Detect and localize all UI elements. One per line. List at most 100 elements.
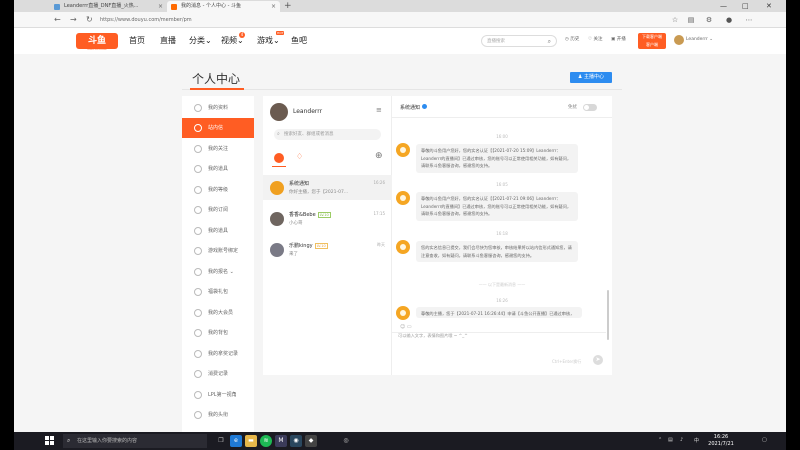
anchor-center-button[interactable]: ♟ 主播中心: [570, 72, 612, 83]
contact-name-text: 乐鹏kingy: [289, 243, 313, 249]
close-tab-icon[interactable]: ×: [158, 1, 163, 12]
forward-icon[interactable]: →: [70, 14, 77, 26]
file-explorer-icon[interactable]: ▬: [245, 435, 257, 447]
nav-yuba[interactable]: 鱼吧: [291, 35, 307, 46]
settings-more-icon[interactable]: ⋯: [744, 15, 754, 25]
chat-scrollbar[interactable]: [607, 290, 609, 340]
app-icon[interactable]: M: [275, 435, 287, 447]
video-badge: 4: [239, 32, 245, 38]
profile-icon[interactable]: ●: [724, 15, 734, 25]
profile-icon: [194, 104, 202, 112]
close-tab-icon[interactable]: ×: [271, 1, 276, 12]
back-icon[interactable]: ←: [54, 14, 61, 26]
sidebar-item-label: 我的资料: [208, 105, 229, 111]
send-icon[interactable]: ➤: [593, 355, 603, 365]
sidebar-item-label: 游戏账号绑定: [208, 248, 239, 254]
maximize-button[interactable]: □: [742, 0, 749, 12]
sidebar-item-signup[interactable]: 我的报名 ⌄: [182, 262, 254, 282]
chat-search-input[interactable]: ⌕ 搜索好友、群组或者消息: [274, 129, 381, 140]
history-button[interactable]: ◷ 历史: [565, 36, 579, 42]
sidebar-item-spending[interactable]: 消费记录: [182, 364, 254, 384]
camera-icon: ▣: [611, 37, 616, 42]
mute-toggle[interactable]: [583, 104, 597, 111]
header-username[interactable]: Leanderrr ⌄: [686, 37, 713, 42]
contact-item[interactable]: 乐鹏kingy LV.10 来了 昨天: [263, 237, 392, 262]
sidebar-item-vip[interactable]: 我的大会员: [182, 303, 254, 323]
browser-tab[interactable]: Leanderrr直播_DNF直播_火热... ×: [50, 1, 167, 12]
contact-time: 16:26: [373, 180, 385, 185]
tab-notify-bell-icon[interactable]: ♢: [296, 152, 303, 161]
close-window-button[interactable]: ✕: [766, 0, 772, 12]
message-input[interactable]: 可以输入文字，表情和图片哦 ~ ^_^: [398, 333, 468, 339]
sidebar-item-lpl[interactable]: LPL第一视角: [182, 385, 254, 405]
obs-icon[interactable]: ◎: [340, 435, 352, 447]
nav-games[interactable]: 游戏⌄: [257, 35, 280, 46]
my-avatar[interactable]: [270, 103, 288, 121]
edge-icon[interactable]: e: [230, 435, 242, 447]
contact-item[interactable]: 香香&Bebe LV.10 小心哥 17:15: [263, 206, 392, 231]
sidebar-item-titles[interactable]: 我的头衔: [182, 405, 254, 425]
sidebar-item-subscribe[interactable]: 我的订阅: [182, 200, 254, 220]
extensions-icon[interactable]: ⚙: [704, 15, 714, 25]
site-search-input[interactable]: 直播搜索 ⌕: [481, 35, 557, 47]
sidebar-item-messages[interactable]: 站内信: [182, 118, 254, 138]
search-icon[interactable]: ⌕: [548, 36, 551, 47]
add-chat-icon[interactable]: ⊕: [375, 151, 383, 161]
nav-category[interactable]: 分类⌄: [189, 35, 212, 46]
sidebar-item-level[interactable]: 我的等级: [182, 180, 254, 200]
notification-icon[interactable]: ▢: [762, 437, 767, 443]
sidebar-item-profile[interactable]: 我的资料: [182, 98, 254, 118]
sidebar-item-items[interactable]: 我的道具: [182, 221, 254, 241]
download-client-button[interactable]: 下载客户端 客户端: [638, 33, 666, 49]
volume-icon[interactable]: ♪: [680, 437, 683, 443]
sidebar-item-game-account[interactable]: 游戏账号绑定: [182, 241, 254, 261]
sidebar-item-label: 消费记录: [208, 371, 229, 377]
steam-icon[interactable]: ◉: [290, 435, 302, 447]
taskbar-clock[interactable]: 16:26 2021/7/21: [708, 434, 734, 448]
refresh-icon[interactable]: ↻: [86, 14, 93, 26]
box-icon: [194, 227, 202, 235]
sidebar-item-backpack[interactable]: 我的背包: [182, 323, 254, 343]
url-input[interactable]: https://www.douyu.com/member/pm: [100, 15, 660, 25]
sidebar-item-awards[interactable]: 我的拿奖记录: [182, 344, 254, 364]
windows-start-icon[interactable]: [45, 436, 55, 446]
image-icon[interactable]: ▭: [407, 324, 412, 330]
sidebar-item-follow[interactable]: 我的关注: [182, 139, 254, 159]
sidebar-item-label: 我的大会员: [208, 310, 234, 316]
trophy-icon: [194, 350, 202, 358]
browser-tab-active[interactable]: 我的消息 - 个人中心 - 斗鱼 ×: [167, 1, 280, 12]
taskbar-search-input[interactable]: ⌕ 在这里输入你要搜索的内容: [63, 434, 207, 448]
sidebar-item-label: 我的报名: [208, 269, 229, 275]
nav-live[interactable]: 直播: [160, 35, 176, 46]
my-name: Leanderrr: [293, 108, 323, 115]
favicon-icon: [54, 4, 60, 10]
tab-chats-icon[interactable]: [274, 153, 284, 163]
address-bar-row: ← → ↻ https://www.douyu.com/member/pm ☆ …: [14, 12, 786, 28]
nav-home[interactable]: 首页: [129, 35, 145, 46]
sidebar-item-giftbag[interactable]: 福袋礼包: [182, 282, 254, 302]
search-icon: ⌕: [277, 131, 280, 137]
network-icon[interactable]: ▤: [668, 437, 673, 443]
app-icon[interactable]: ◆: [305, 435, 317, 447]
crown-icon: [194, 165, 202, 173]
clock-time: 16:26: [713, 434, 729, 440]
page-title: 个人中心: [192, 72, 241, 86]
sidebar-item-props[interactable]: 我的道具: [182, 159, 254, 179]
contact-item[interactable]: 系统通知 你好主播，您于【2021-07... 16:26: [263, 175, 392, 200]
ime-indicator[interactable]: 中: [694, 437, 699, 444]
favorites-icon[interactable]: ☆: [670, 15, 680, 25]
minimize-button[interactable]: —: [720, 0, 727, 12]
task-view-icon[interactable]: ❐: [215, 435, 227, 447]
collections-icon[interactable]: ▤: [686, 15, 696, 25]
spotify-icon[interactable]: ≋: [260, 435, 272, 447]
emoji-icon[interactable]: ☺: [400, 324, 405, 330]
nav-games-label: 游戏: [257, 36, 273, 45]
history-label: 历史: [570, 37, 580, 42]
user-avatar[interactable]: [674, 35, 684, 45]
follow-button[interactable]: ♡ 关注: [588, 36, 602, 42]
menu-icon[interactable]: ≡: [376, 106, 382, 114]
open-live-button[interactable]: ▣ 开播: [611, 36, 626, 42]
tray-chevron-icon[interactable]: ⌃: [658, 437, 662, 443]
new-tab-button[interactable]: +: [284, 0, 292, 12]
sidebar: 我的资料 站内信 我的关注 我的道具 我的等级 我的订阅 我的道具 游戏账号绑定…: [182, 96, 254, 432]
